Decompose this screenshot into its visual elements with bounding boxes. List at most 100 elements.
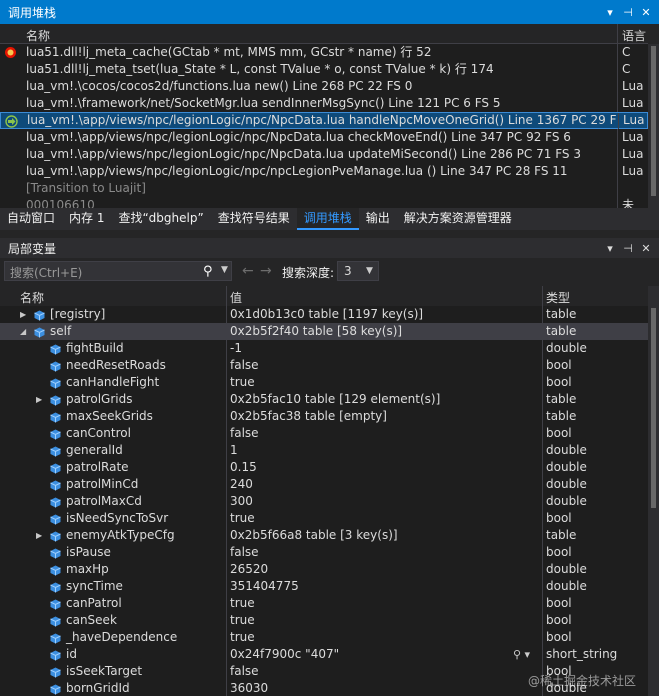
field-cube-icon: [50, 343, 61, 355]
callstack-row[interactable]: lua_vm!.\app/views/npc/legionLogic/npc/N…: [0, 112, 648, 130]
locals-row[interactable]: maxSeekGrids 0x2b5fac38 table [empty] tabl…: [0, 408, 648, 425]
locals-var-value[interactable]: 240: [230, 476, 540, 493]
callstack-scroll-thumb[interactable]: [651, 46, 656, 196]
expand-arrow-icon[interactable]: ▶: [36, 391, 42, 408]
callstack-row[interactable]: lua51.dll!lj_meta_cache(GCtab * mt, MMS …: [0, 44, 648, 61]
locals-var-value[interactable]: true: [230, 612, 540, 629]
locals-row[interactable]: isPause false bool: [0, 544, 648, 561]
locals-row[interactable]: isNeedSyncToSvr true bool: [0, 510, 648, 527]
callstack-row[interactable]: lua_vm!.\framework/net/SocketMgr.lua sen…: [0, 95, 648, 112]
dropdown-icon[interactable]: ▾: [601, 238, 619, 258]
tab-3[interactable]: 查找符号结果: [211, 208, 297, 230]
tab-0[interactable]: 自动窗口: [0, 208, 62, 230]
tab-5[interactable]: 输出: [359, 208, 397, 230]
locals-var-value[interactable]: 0x1d0b13c0 table [1197 key(s)]: [230, 306, 540, 323]
locals-row[interactable]: canControl false bool: [0, 425, 648, 442]
locals-var-name: id: [66, 647, 77, 661]
callstack-scrollbar[interactable]: [648, 44, 659, 208]
locals-row[interactable]: canSeek true bool: [0, 612, 648, 629]
callstack-row[interactable]: 000106610 未: [0, 197, 648, 208]
callstack-row[interactable]: lua_vm!.\app/views/npc/legionLogic/npc/N…: [0, 146, 648, 163]
locals-col-type[interactable]: 类型: [546, 289, 570, 306]
search-depth-select[interactable]: 3 ▼: [337, 261, 379, 281]
locals-row[interactable]: canHandleFight true bool: [0, 374, 648, 391]
locals-row[interactable]: ◢ self 0x2b5f2f40 table [58 key(s)] table: [0, 323, 648, 340]
tab-2[interactable]: 查找“dbghelp”: [111, 208, 210, 230]
locals-row[interactable]: id 0x24f7900c "407" ⚲ ▾ short_string: [0, 646, 648, 663]
locals-var-value[interactable]: false: [230, 357, 540, 374]
visualizer-search-icon[interactable]: ⚲ ▾: [513, 646, 530, 663]
back-arrow-icon[interactable]: ←: [242, 263, 254, 279]
collapse-arrow-icon[interactable]: ◢: [20, 323, 26, 340]
callstack-col-lang[interactable]: 语言: [622, 27, 646, 44]
callstack-frame-text: lua_vm!.\app/views/npc/legionLogic/npc/N…: [26, 130, 571, 144]
locals-var-value[interactable]: false: [230, 425, 540, 442]
locals-row[interactable]: fightBuild -1 double: [0, 340, 648, 357]
locals-var-value[interactable]: 0x2b5fac10 table [129 element(s)]: [230, 391, 540, 408]
close-icon[interactable]: ✕: [637, 238, 655, 258]
locals-var-value[interactable]: 0x2b5f66a8 table [3 key(s)]: [230, 527, 540, 544]
locals-var-value[interactable]: 351404775: [230, 578, 540, 595]
dropdown-icon[interactable]: ▾: [601, 2, 619, 22]
locals-row[interactable]: ▶ enemyAtkTypeCfg 0x2b5f66a8 table [3 key(…: [0, 527, 648, 544]
field-cube-icon: [50, 683, 61, 695]
callstack-frame-text: lua_vm!.\cocos/cocos2d/functions.lua new…: [26, 79, 413, 93]
locals-var-name: patrolMaxCd: [66, 494, 142, 508]
pin-icon[interactable]: ⊣: [619, 2, 637, 22]
locals-var-value[interactable]: true: [230, 374, 540, 391]
locals-titlebar: 局部变量 ▾ ⊣ ✕: [0, 238, 659, 258]
locals-var-value[interactable]: false: [230, 663, 540, 680]
locals-row[interactable]: generalId 1 double: [0, 442, 648, 459]
locals-var-value[interactable]: -1: [230, 340, 540, 357]
locals-var-value[interactable]: 0.15: [230, 459, 540, 476]
field-cube-icon: [50, 632, 61, 644]
locals-scroll-thumb[interactable]: [651, 308, 656, 508]
search-icon[interactable]: ⚲: [203, 264, 213, 279]
locals-col-name[interactable]: 名称: [20, 289, 44, 306]
locals-var-value[interactable]: true: [230, 595, 540, 612]
tab-6[interactable]: 解决方案资源管理器: [397, 208, 519, 230]
locals-var-value[interactable]: true: [230, 629, 540, 646]
locals-col-value[interactable]: 值: [230, 289, 242, 306]
callstack-header: 名称 语言: [0, 24, 648, 44]
callstack-row[interactable]: lua_vm!.\app/views/npc/legionLogic/npc/N…: [0, 129, 648, 146]
locals-row[interactable]: needResetRoads false bool: [0, 357, 648, 374]
callstack-frame-text: [Transition to Luajit]: [26, 181, 146, 195]
locals-var-value[interactable]: 1: [230, 442, 540, 459]
locals-var-value[interactable]: 26520: [230, 561, 540, 578]
forward-arrow-icon[interactable]: →: [260, 263, 272, 279]
locals-row[interactable]: maxHp 26520 double: [0, 561, 648, 578]
callstack-col-name[interactable]: 名称: [26, 27, 50, 44]
locals-row[interactable]: patrolMaxCd 300 double: [0, 493, 648, 510]
tab-1[interactable]: 内存 1: [62, 208, 111, 230]
locals-row[interactable]: ▶ patrolGrids 0x2b5fac10 table [129 elemen…: [0, 391, 648, 408]
locals-search-box[interactable]: 搜索(Ctrl+E) ⚲ ▼: [4, 261, 232, 281]
close-icon[interactable]: ✕: [637, 2, 655, 22]
locals-var-value[interactable]: 0x24f7900c "407": [230, 646, 540, 663]
locals-var-value[interactable]: 0x2b5f2f40 table [58 key(s)]: [230, 323, 540, 340]
locals-row[interactable]: patrolMinCd 240 double: [0, 476, 648, 493]
locals-scrollbar[interactable]: [648, 286, 659, 696]
locals-var-value[interactable]: 300: [230, 493, 540, 510]
expand-arrow-icon[interactable]: ▶: [36, 527, 42, 544]
locals-row[interactable]: patrolRate 0.15 double: [0, 459, 648, 476]
locals-var-value[interactable]: 0x2b5fac38 table [empty]: [230, 408, 540, 425]
locals-row[interactable]: syncTime 351404775 double: [0, 578, 648, 595]
locals-var-value[interactable]: true: [230, 510, 540, 527]
current-frame-arrow-icon: [5, 115, 18, 128]
expand-arrow-icon[interactable]: ▶: [20, 306, 26, 323]
tab-4[interactable]: 调用堆栈: [296, 208, 359, 230]
callstack-row[interactable]: [Transition to Luajit]: [0, 180, 648, 197]
locals-var-value[interactable]: 36030: [230, 680, 540, 696]
callstack-row[interactable]: lua51.dll!lj_meta_tset(lua_State * L, co…: [0, 61, 648, 78]
search-input[interactable]: 搜索(Ctrl+E): [10, 264, 82, 281]
locals-row[interactable]: ▶ [registry] 0x1d0b13c0 table [1197 key(s)…: [0, 306, 648, 323]
chevron-down-icon[interactable]: ▼: [221, 265, 228, 275]
callstack-row[interactable]: lua_vm!.\app/views/npc/legionLogic/npc/n…: [0, 163, 648, 180]
locals-row[interactable]: _haveDependence true bool: [0, 629, 648, 646]
locals-var-value[interactable]: false: [230, 544, 540, 561]
locals-row[interactable]: canPatrol true bool: [0, 595, 648, 612]
locals-list: ▶ [registry] 0x1d0b13c0 table [1197 key(s)…: [0, 306, 648, 696]
callstack-row[interactable]: lua_vm!.\cocos/cocos2d/functions.lua new…: [0, 78, 648, 95]
pin-icon[interactable]: ⊣: [619, 238, 637, 258]
